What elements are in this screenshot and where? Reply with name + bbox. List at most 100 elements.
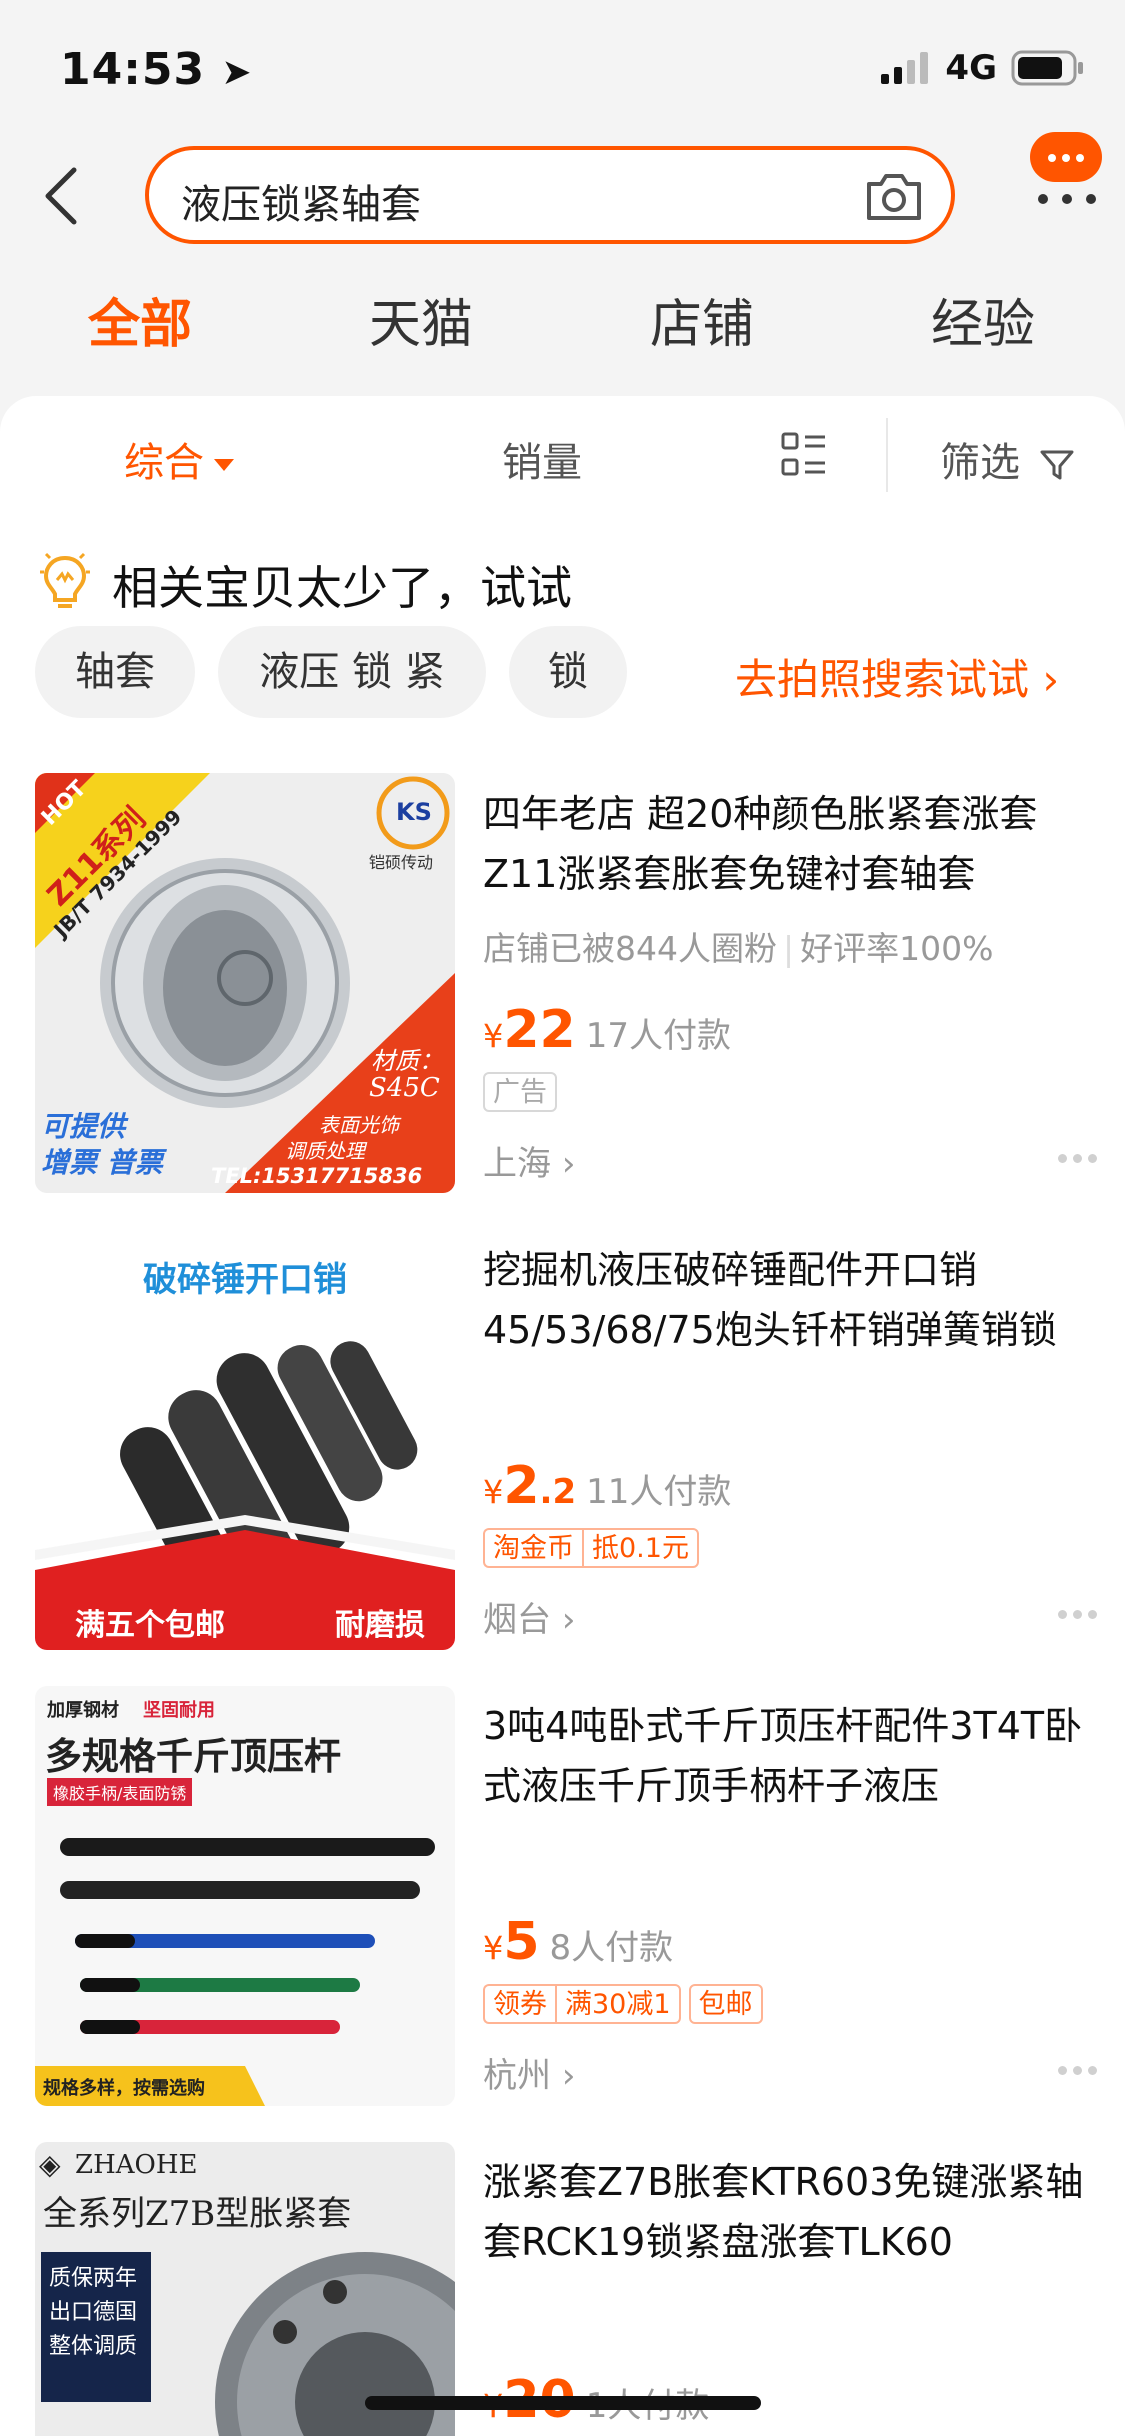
product-title[interactable]: 挖掘机液压破碎锤配件开口销45/53/68/75炮头钎杆销弹簧销锁 [483, 1240, 1093, 1360]
item-more-icon[interactable] [1058, 1610, 1098, 1620]
network-type: 4G [945, 48, 997, 88]
city-label: 烟台 [483, 1600, 551, 1640]
product-image[interactable]: 破碎锤开口销 满五个包邮 耐磨损 [35, 1230, 455, 1650]
suggestion-chip[interactable]: 液压 锁 紧 [218, 626, 486, 718]
product-image[interactable]: 加厚钢材 坚固耐用 多规格千斤顶压杆 橡胶手柄/表面防锈 规格多样，按需选购 [35, 1686, 455, 2106]
list-view-icon[interactable] [781, 432, 827, 478]
suggestion-title: 相关宝贝太少了，试试 [112, 561, 572, 615]
sleeve-line-2: 出口德国 [49, 2300, 138, 2325]
promo-tags: 领券 满30减1 包邮 [483, 1984, 763, 2024]
brand-label: 铠硕传动 [369, 853, 434, 872]
product-price: ¥22 17人付款 [483, 1000, 731, 1060]
paid-count: 8人付款 [549, 1928, 674, 1968]
coupon-group: 领券 满30减1 [483, 1984, 681, 2024]
filter-label: 筛选 [940, 440, 1020, 486]
material-value: S45C [369, 1073, 440, 1103]
finish-label: 表面光饰 [319, 1113, 399, 1137]
yen-symbol: ¥ [483, 1929, 504, 1967]
product-location[interactable]: 杭州 › [483, 2048, 575, 2097]
pin-heading: 破碎锤开口销 [143, 1260, 347, 1300]
chevron-right-icon: › [561, 1600, 576, 1640]
product-title[interactable]: 3吨4吨卧式千斤顶压杆配件3T4T卧式液压千斤顶手柄杆子液压 [483, 1696, 1093, 1816]
filter-button[interactable]: 筛选 [940, 430, 1075, 488]
coupon-discount-tag: 满30减1 [555, 1984, 681, 2024]
more-dots-icon[interactable] [1038, 194, 1098, 206]
handle-top-1: 加厚钢材 [47, 1700, 119, 1721]
product-title[interactable]: 四年老店 超20种颜色胀紧套涨套 Z11涨紧套胀套免键衬套轴套 [483, 784, 1093, 904]
free-shipping-tag: 包邮 [688, 1984, 763, 2024]
item-more-icon[interactable] [1058, 1154, 1098, 1164]
pin-right-caption: 耐磨损 [335, 1608, 425, 1643]
item-more-icon[interactable] [1058, 2066, 1098, 2076]
product-price: ¥2.2 11人付款 [483, 1456, 731, 1516]
sort-sales[interactable]: 销量 [502, 430, 582, 488]
search-input[interactable]: 液压锁紧轴套 [145, 146, 955, 244]
price-value: 5 [503, 1912, 540, 1972]
city-label: 上海 [483, 1144, 551, 1184]
shop-followers: 店铺已被844人圈粉 [483, 929, 777, 968]
message-bubble-icon[interactable] [1030, 132, 1102, 182]
tab-shops[interactable]: 店铺 [577, 282, 827, 357]
status-time: 14:53 ➤ [60, 44, 253, 95]
tab-tmall[interactable]: 天猫 [296, 282, 546, 357]
product-title[interactable]: 涨紧套Z7B胀套KTR603免键涨紧轴套RCK19锁紧盘涨套TLK60 [483, 2152, 1093, 2272]
search-query[interactable]: 液压锁紧轴套 [181, 172, 421, 230]
home-indicator[interactable] [365, 2396, 761, 2410]
suggestion-chip[interactable]: 锁 [509, 626, 627, 718]
product-price: ¥5 8人付款 [483, 1912, 673, 1972]
sort-divider [886, 418, 888, 492]
tab-experience[interactable]: 经验 [858, 282, 1108, 357]
yen-symbol: ¥ [483, 1473, 504, 1511]
invoice-line-2: 增票 普票 [41, 1146, 163, 1179]
product-image[interactable]: ◈ ZHAOHE 全系列Z7B型胀紧套 质保两年 出口德国 整体调质 [35, 2142, 455, 2436]
camera-icon[interactable] [863, 170, 925, 224]
battery-icon [1011, 50, 1083, 86]
paid-count: 11人付款 [586, 1472, 732, 1512]
coin-tag: 淘金币 [483, 1528, 582, 1568]
handle-heading: 多规格千斤顶压杆 [45, 1735, 341, 1778]
product-location[interactable]: 上海 › [483, 1136, 575, 1185]
treatment-label: 调质处理 [285, 1139, 365, 1163]
discount-tag: 抵0.1元 [582, 1528, 699, 1568]
photo-search-link[interactable]: 去拍照搜索试试 › [735, 646, 1059, 707]
product-location[interactable]: 烟台 › [483, 1592, 575, 1641]
invoice-line-1: 可提供 [41, 1110, 126, 1143]
meta-divider: | [783, 929, 795, 968]
price-value: 2 [503, 1456, 540, 1516]
logo-ks: KS [396, 798, 432, 826]
handle-bottom: 规格多样，按需选购 [43, 2078, 205, 2099]
suggestion-chip[interactable]: 轴套 [35, 626, 195, 718]
handle-subtitle: 橡胶手柄/表面防锈 [47, 1778, 193, 1806]
ad-tag: 广告 [483, 1072, 557, 1112]
shop-rating: 好评率100% [800, 929, 994, 968]
pin-left-caption: 满五个包邮 [75, 1608, 225, 1643]
zhaohe-logo-icon: ◈ [39, 2148, 61, 2181]
sleeve-line-3: 整体调质 [49, 2334, 138, 2359]
price-decimal: .2 [539, 1472, 577, 1512]
price-value: 22 [503, 1000, 576, 1060]
product-image[interactable]: HOT Z11系列 JB/T 7934-1999 KS 铠硕传动 材质： S45… [35, 773, 455, 1193]
status-indicators: 4G [881, 46, 1085, 90]
chevron-right-icon: › [561, 1144, 576, 1184]
caret-down-icon [214, 459, 234, 471]
handle-top-2: 坚固耐用 [143, 1700, 215, 1721]
back-icon[interactable] [38, 166, 86, 226]
coupon-tag: 领券 [483, 1984, 555, 2024]
paid-count: 17人付款 [585, 1016, 731, 1056]
sort-comprehensive[interactable]: 综合 [124, 430, 234, 488]
yen-symbol: ¥ [483, 1017, 504, 1055]
tel-label: TEL:15317715836 [211, 1164, 423, 1188]
funnel-icon [1040, 450, 1074, 480]
shop-meta: 店铺已被844人圈粉 | 好评率100% [483, 922, 993, 970]
city-label: 杭州 [483, 2056, 551, 2096]
more-menu-button[interactable] [1030, 132, 1102, 212]
sleeve-heading: 全系列Z7B型胀紧套 [43, 2194, 352, 2234]
sort-comprehensive-label: 综合 [124, 440, 204, 486]
chevron-right-icon: › [561, 2056, 576, 2096]
chevron-right-icon: › [1042, 655, 1060, 704]
material-label: 材质： [371, 1047, 443, 1075]
photo-search-label: 去拍照搜索试试 [735, 655, 1030, 704]
tab-all[interactable]: 全部 [15, 282, 265, 357]
promo-tags: 淘金币 抵0.1元 [483, 1528, 699, 1568]
location-arrow-icon: ➤ [221, 52, 253, 93]
